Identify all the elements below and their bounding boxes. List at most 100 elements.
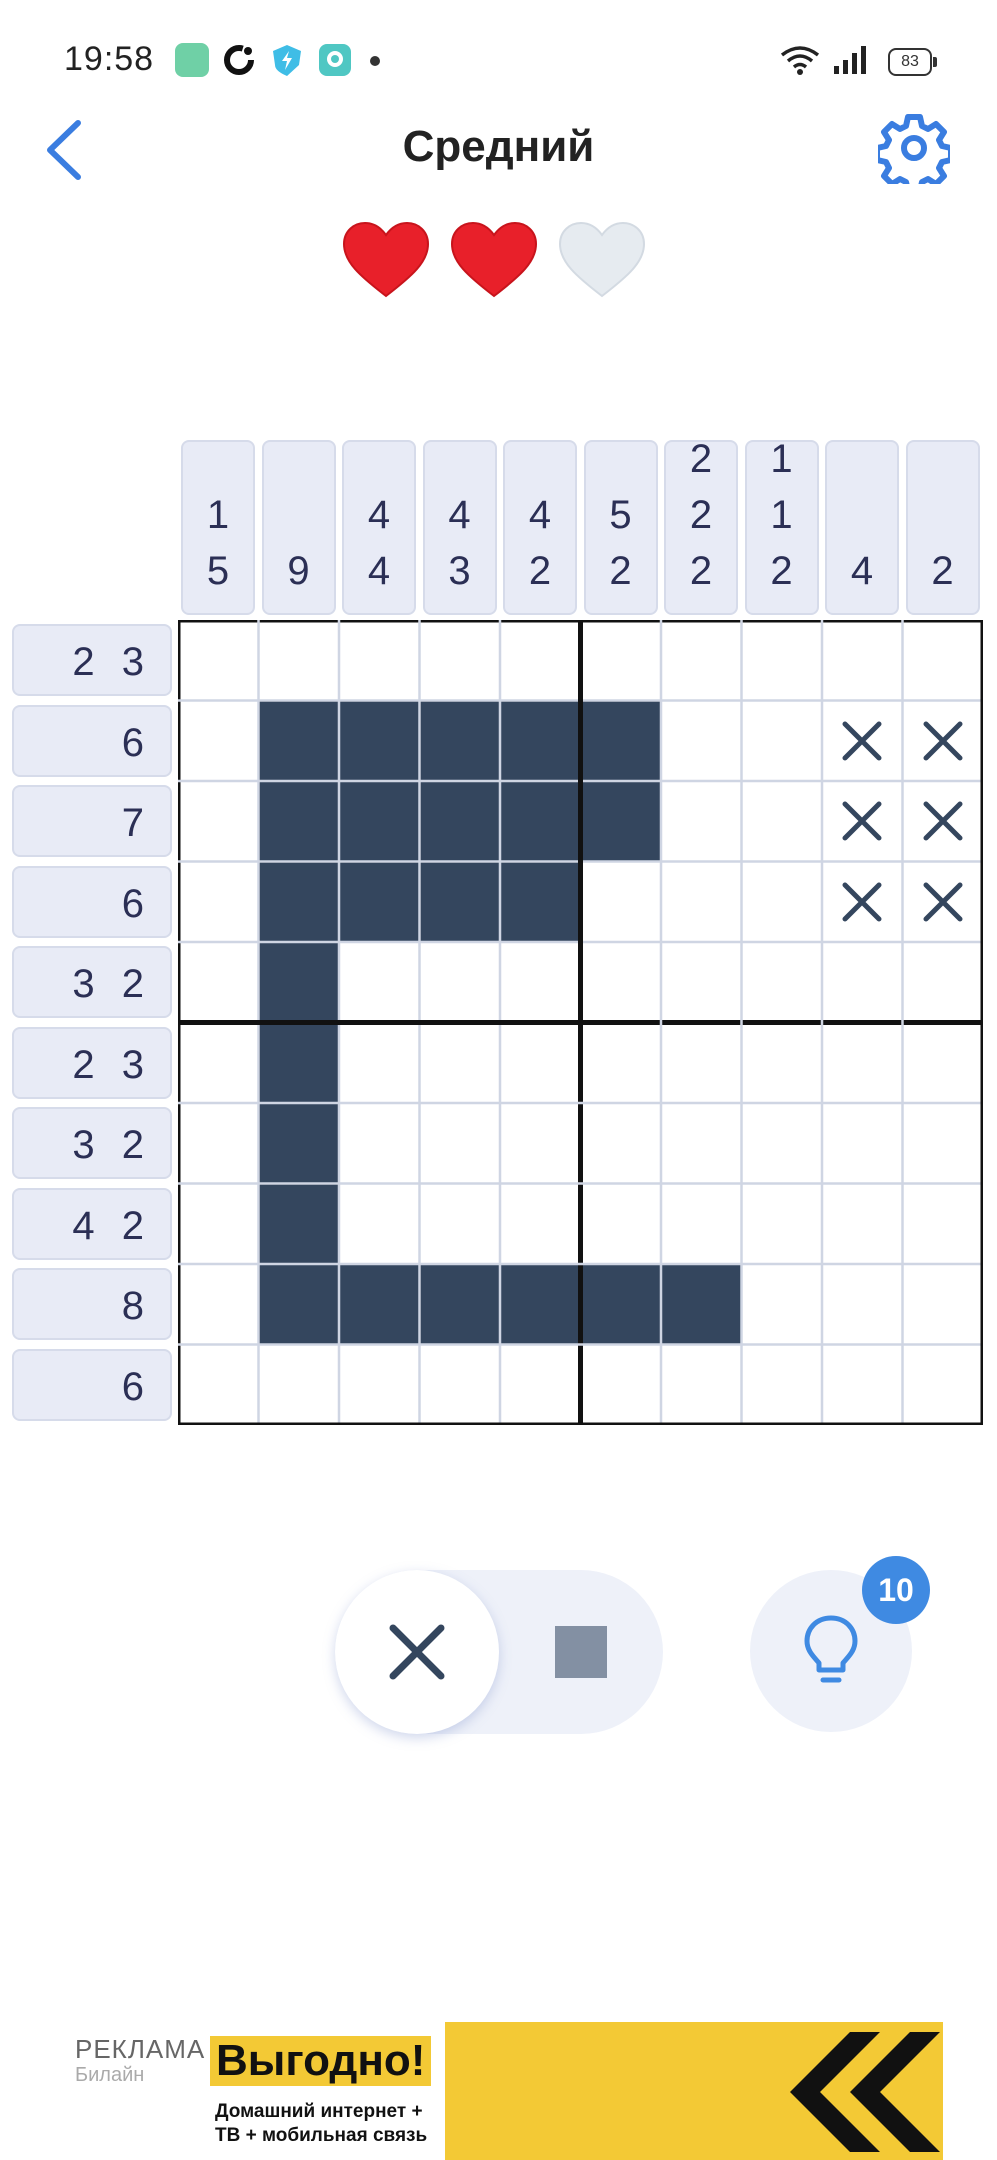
grid-cell-filled[interactable] xyxy=(661,1264,742,1345)
grid-cell[interactable] xyxy=(581,1103,662,1184)
grid-cell-filled[interactable] xyxy=(258,1264,339,1345)
grid-cell-filled[interactable] xyxy=(500,1264,581,1345)
grid-cell[interactable] xyxy=(259,1345,340,1426)
grid-cell[interactable] xyxy=(178,701,259,782)
grid-cell[interactable] xyxy=(822,1184,903,1265)
grid-cell-filled[interactable] xyxy=(419,1264,500,1345)
grid-cell-filled[interactable] xyxy=(339,700,420,781)
grid-cell-filled[interactable] xyxy=(258,861,339,942)
grid-cell-crossed[interactable] xyxy=(903,781,984,862)
grid-cell-filled[interactable] xyxy=(258,700,339,781)
grid-cell[interactable] xyxy=(339,1103,420,1184)
grid-cell-crossed[interactable] xyxy=(903,862,984,943)
grid-cell[interactable] xyxy=(742,781,823,862)
grid-cell[interactable] xyxy=(742,1103,823,1184)
grid-cell[interactable] xyxy=(903,1264,984,1345)
grid-cell-filled[interactable] xyxy=(580,781,661,862)
grid-cell[interactable] xyxy=(339,1184,420,1265)
grid-cell-filled[interactable] xyxy=(339,861,420,942)
grid-cell-filled[interactable] xyxy=(258,942,339,1023)
grid-cell[interactable] xyxy=(822,620,903,701)
square-icon[interactable] xyxy=(555,1626,607,1678)
grid-cell-filled[interactable] xyxy=(500,861,581,942)
grid-cell-filled[interactable] xyxy=(419,700,500,781)
grid-cell-crossed[interactable] xyxy=(822,781,903,862)
grid-cell[interactable] xyxy=(742,942,823,1023)
grid-cell[interactable] xyxy=(420,1103,501,1184)
grid-cell[interactable] xyxy=(500,1103,581,1184)
grid-cell-filled[interactable] xyxy=(500,700,581,781)
grid-cell[interactable] xyxy=(420,620,501,701)
grid-cell[interactable] xyxy=(903,1345,984,1426)
grid-cell[interactable] xyxy=(661,862,742,943)
grid-cell-crossed[interactable] xyxy=(822,701,903,782)
grid-cell-filled[interactable] xyxy=(580,700,661,781)
grid-cell[interactable] xyxy=(742,1345,823,1426)
grid-cell[interactable] xyxy=(822,1264,903,1345)
grid-cell[interactable] xyxy=(581,1345,662,1426)
grid-cell[interactable] xyxy=(581,862,662,943)
grid-cell-filled[interactable] xyxy=(419,861,500,942)
grid-cell[interactable] xyxy=(339,1023,420,1104)
grid-cell[interactable] xyxy=(500,1184,581,1265)
grid-cell[interactable] xyxy=(903,1103,984,1184)
grid-cell[interactable] xyxy=(581,620,662,701)
grid-cell[interactable] xyxy=(742,701,823,782)
grid-cell[interactable] xyxy=(178,1023,259,1104)
grid-cell[interactable] xyxy=(339,620,420,701)
grid-cell[interactable] xyxy=(903,1023,984,1104)
grid-cell[interactable] xyxy=(500,620,581,701)
grid-cell-filled[interactable] xyxy=(339,1264,420,1345)
grid-cell[interactable] xyxy=(661,701,742,782)
grid-cell[interactable] xyxy=(259,620,340,701)
grid-cell[interactable] xyxy=(661,1023,742,1104)
grid-cell[interactable] xyxy=(661,1103,742,1184)
grid-cell[interactable] xyxy=(500,942,581,1023)
grid-cell-filled[interactable] xyxy=(258,1103,339,1184)
gear-icon[interactable] xyxy=(878,112,950,184)
grid-cell[interactable] xyxy=(661,1184,742,1265)
grid-cell-filled[interactable] xyxy=(339,781,420,862)
grid-cell[interactable] xyxy=(661,781,742,862)
grid-cell-filled[interactable] xyxy=(258,1183,339,1264)
grid-cell-crossed[interactable] xyxy=(903,701,984,782)
grid-cell[interactable] xyxy=(742,1184,823,1265)
grid-cell[interactable] xyxy=(822,1103,903,1184)
cross-mode-button[interactable] xyxy=(335,1570,499,1734)
grid-cell[interactable] xyxy=(420,942,501,1023)
grid-cell[interactable] xyxy=(420,1345,501,1426)
grid-cell-filled[interactable] xyxy=(580,1264,661,1345)
grid-cell-crossed[interactable] xyxy=(822,862,903,943)
grid-cell[interactable] xyxy=(903,942,984,1023)
grid-cell[interactable] xyxy=(661,942,742,1023)
grid-cell[interactable] xyxy=(178,1184,259,1265)
grid-cell[interactable] xyxy=(178,781,259,862)
grid-cell[interactable] xyxy=(500,1345,581,1426)
grid-cell[interactable] xyxy=(178,862,259,943)
grid-cell-filled[interactable] xyxy=(419,781,500,862)
grid-cell[interactable] xyxy=(581,1184,662,1265)
grid-cell[interactable] xyxy=(581,942,662,1023)
grid-cell[interactable] xyxy=(339,1345,420,1426)
grid-cell[interactable] xyxy=(903,620,984,701)
mode-toggle[interactable] xyxy=(335,1570,663,1734)
grid-cell[interactable] xyxy=(661,620,742,701)
grid-cell-filled[interactable] xyxy=(500,781,581,862)
grid-cell[interactable] xyxy=(178,620,259,701)
ad-banner[interactable]: Билайн РЕКЛАМА Выгодно! Домашний интерне… xyxy=(55,2022,943,2160)
grid-cell[interactable] xyxy=(822,942,903,1023)
grid-cell[interactable] xyxy=(742,1023,823,1104)
grid-cell[interactable] xyxy=(742,862,823,943)
grid-cell[interactable] xyxy=(581,1023,662,1104)
grid-cell[interactable] xyxy=(178,1264,259,1345)
grid-cell[interactable] xyxy=(339,942,420,1023)
grid-cell[interactable] xyxy=(742,1264,823,1345)
grid-cell[interactable] xyxy=(661,1345,742,1426)
grid-cell[interactable] xyxy=(500,1023,581,1104)
grid-cell[interactable] xyxy=(420,1184,501,1265)
grid-cell[interactable] xyxy=(822,1345,903,1426)
grid-cell[interactable] xyxy=(178,1345,259,1426)
grid-cell-filled[interactable] xyxy=(258,1022,339,1103)
grid-cell-filled[interactable] xyxy=(258,781,339,862)
grid-cell[interactable] xyxy=(903,1184,984,1265)
